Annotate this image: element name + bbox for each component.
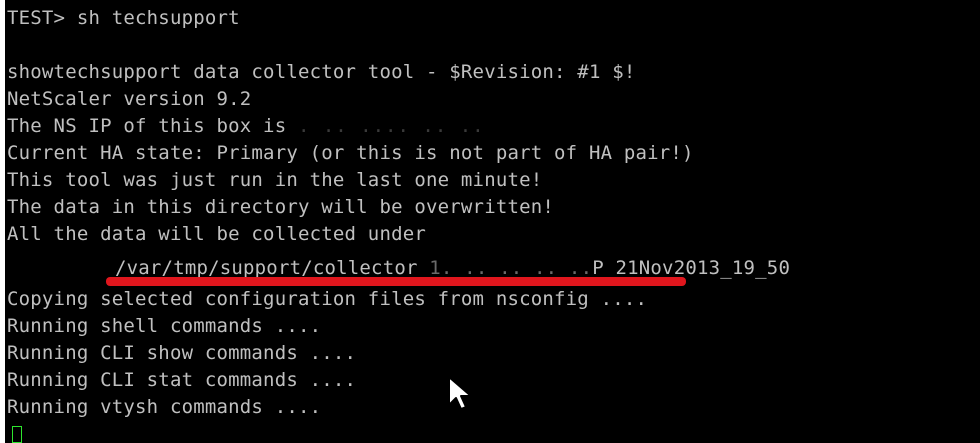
shell-commands-line: Running shell commands .... [7,315,322,337]
arrow-cursor-icon [448,376,472,410]
revision-line: showtechsupport data collector tool - $R… [7,61,636,83]
path-suffix: P_21Nov2013_19_50 [592,257,791,279]
copying-line: Copying selected configuration files fro… [7,288,648,310]
ns-ip-redacted: . .. .... .. .. [297,115,485,137]
last-run-line: This tool was just run in the last one m… [7,169,543,191]
ha-state-line: Current HA state: Primary (or this is no… [7,142,694,164]
version-line: NetScaler version 9.2 [7,88,252,110]
prompt-line: TEST> sh techsupport [7,7,240,29]
cli-stat-line: Running CLI stat commands .... [7,369,357,391]
block-cursor-icon [12,426,22,443]
red-annotation-underline [106,277,686,286]
vtysh-line: Running vtysh commands .... [7,396,322,418]
path-redacted: 1. .. .. .. .. [429,257,593,279]
collected-under-line: All the data will be collected under [7,223,427,245]
cli-show-line: Running CLI show commands .... [7,342,357,364]
ns-ip-label: The NS IP of this box is [7,115,298,137]
path-prefix: /var/tmp/support/collector_ [115,257,430,279]
terminal-window[interactable]: TEST> sh techsupport showtechsupport dat… [5,0,980,443]
ns-ip-line: The NS IP of this box is . .. .... .. .. [7,113,485,140]
overwrite-line: The data in this directory will be overw… [7,196,555,218]
